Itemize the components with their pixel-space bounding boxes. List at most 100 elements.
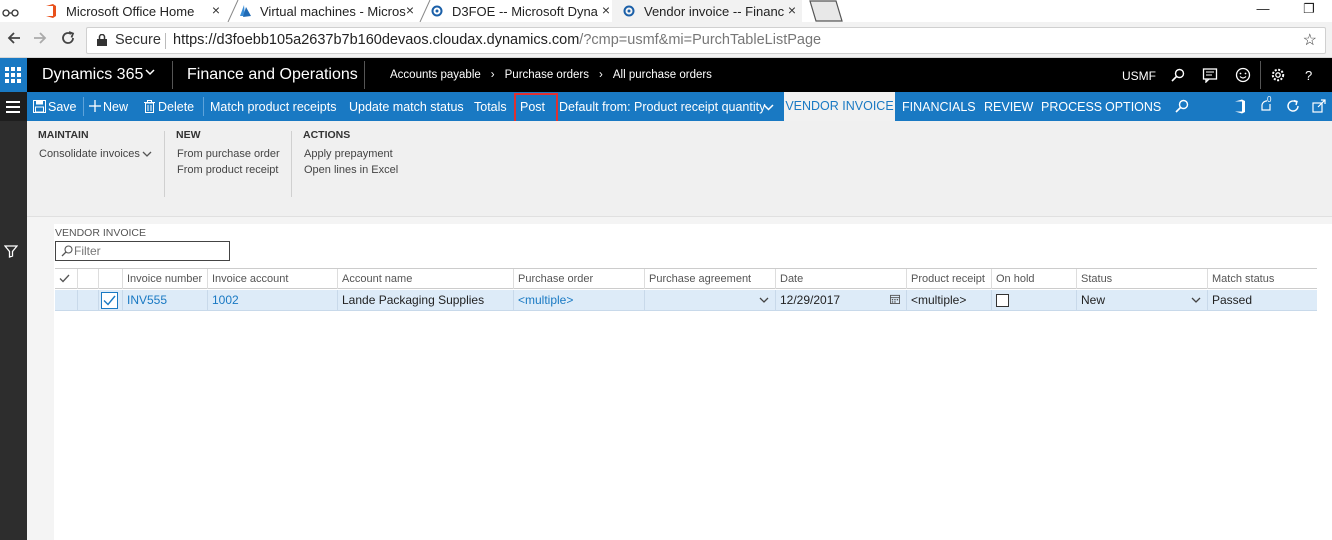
calendar-icon[interactable] bbox=[890, 294, 900, 304]
chevron-down-icon[interactable] bbox=[763, 102, 774, 112]
row-select-cell[interactable] bbox=[55, 290, 77, 311]
column-header-status[interactable]: Status bbox=[1076, 269, 1207, 289]
column-header-match-status[interactable]: Match status bbox=[1207, 269, 1317, 289]
new-tab-button[interactable] bbox=[806, 0, 844, 22]
column-header-account-name[interactable]: Account name bbox=[337, 269, 513, 289]
section-label: VENDOR INVOICE bbox=[55, 227, 147, 239]
help-icon[interactable]: ? bbox=[1305, 68, 1312, 83]
minimize-button[interactable]: — bbox=[1240, 0, 1286, 22]
delete-icon bbox=[144, 100, 155, 113]
select-all-checkbox[interactable] bbox=[55, 269, 77, 289]
browser-tab-strip: Microsoft Office Home × Virtual machines… bbox=[0, 0, 1332, 22]
filter-box[interactable] bbox=[55, 241, 230, 261]
search-icon bbox=[61, 245, 73, 257]
column-header-purchase-order[interactable]: Purchase order bbox=[513, 269, 644, 289]
browser-tab-azure[interactable]: Virtual machines - Micros × bbox=[238, 0, 414, 22]
tab-financials[interactable]: FINANCIALS bbox=[902, 100, 976, 114]
purchase-order-link[interactable]: <multiple> bbox=[513, 290, 644, 311]
window-controls: — ❐ bbox=[1240, 0, 1332, 22]
save-icon bbox=[33, 100, 46, 113]
open-in-new-window-icon[interactable] bbox=[1312, 99, 1326, 113]
match-product-receipts-button[interactable]: Match product receipts bbox=[210, 100, 336, 114]
invoice-account-link[interactable]: 1002 bbox=[207, 290, 337, 311]
forward-icon[interactable] bbox=[32, 30, 48, 46]
tab-process[interactable]: PROCESS bbox=[1041, 100, 1102, 114]
from-purchase-order-button[interactable]: From purchase order bbox=[177, 148, 280, 160]
divider bbox=[83, 97, 84, 116]
office-icon[interactable] bbox=[1234, 99, 1246, 114]
tab-options[interactable]: OPTIONS bbox=[1105, 100, 1161, 114]
back-icon[interactable] bbox=[6, 30, 22, 46]
open-lines-in-excel-button[interactable]: Open lines in Excel bbox=[304, 164, 398, 176]
browser-tab-d3foe[interactable]: D3FOE -- Microsoft Dyna × bbox=[430, 0, 610, 22]
breadcrumb-accounts-payable[interactable]: Accounts payable bbox=[390, 69, 481, 81]
column-header-on-hold[interactable]: On hold bbox=[991, 269, 1076, 289]
filter-pane-icon[interactable] bbox=[4, 244, 18, 258]
column-header-date[interactable]: Date bbox=[775, 269, 906, 289]
search-icon[interactable] bbox=[1170, 67, 1186, 83]
save-button[interactable]: Save bbox=[48, 100, 77, 114]
default-from-dropdown[interactable]: Default from: Product receipt quantity bbox=[559, 100, 765, 114]
row-selected-checkbox[interactable] bbox=[98, 290, 122, 311]
url-text: https://d3foebb105a2637b7b160devaos.clou… bbox=[173, 28, 821, 53]
brand-title[interactable]: Dynamics 365 bbox=[42, 66, 143, 84]
settings-icon[interactable] bbox=[1270, 67, 1286, 83]
totals-button[interactable]: Totals bbox=[474, 100, 507, 114]
tab-review[interactable]: REVIEW bbox=[984, 100, 1033, 114]
app-launcher-icon[interactable] bbox=[0, 58, 27, 92]
chevron-down-icon[interactable] bbox=[1191, 295, 1201, 305]
divider bbox=[1260, 61, 1261, 89]
reload-icon[interactable] bbox=[60, 30, 76, 46]
new-button[interactable]: New bbox=[103, 100, 128, 114]
lock-icon bbox=[97, 34, 107, 46]
close-icon[interactable]: × bbox=[602, 2, 610, 18]
tab-title: Microsoft Office Home bbox=[66, 3, 195, 19]
from-product-receipt-button[interactable]: From product receipt bbox=[177, 164, 278, 176]
delete-button[interactable]: Delete bbox=[158, 100, 194, 114]
message-icon[interactable] bbox=[1202, 67, 1218, 83]
smiley-icon[interactable] bbox=[1235, 67, 1251, 83]
divider bbox=[364, 61, 365, 89]
column-header-invoice-account[interactable]: Invoice account bbox=[207, 269, 337, 289]
close-icon[interactable]: × bbox=[212, 2, 220, 18]
close-icon[interactable]: × bbox=[788, 2, 796, 18]
address-bar[interactable]: Secure https://d3foebb105a2637b7b160deva… bbox=[86, 27, 1326, 54]
filter-input[interactable] bbox=[74, 243, 224, 259]
purchase-agreement-dropdown[interactable] bbox=[644, 290, 775, 311]
post-button[interactable]: Post bbox=[520, 100, 545, 114]
chevron-down-icon[interactable] bbox=[145, 67, 155, 77]
consolidate-invoices-button[interactable]: Consolidate invoices bbox=[39, 148, 140, 160]
column-header-invoice-number[interactable]: Invoice number bbox=[122, 269, 207, 289]
tab-title: Vendor invoice -- Financ bbox=[644, 3, 785, 19]
d365-navigation-bar: Dynamics 365 Finance and Operations Acco… bbox=[0, 58, 1332, 92]
invoice-number-link[interactable]: INV555 bbox=[122, 290, 207, 311]
breadcrumb-purchase-orders[interactable]: Purchase orders bbox=[505, 69, 589, 81]
chevron-down-icon[interactable] bbox=[759, 295, 769, 305]
browser-tab-vendor-invoice-active[interactable]: Vendor invoice -- Financ × bbox=[612, 0, 802, 22]
left-navigation-rail bbox=[0, 121, 27, 540]
refresh-icon[interactable] bbox=[1286, 99, 1300, 113]
breadcrumb-separator: › bbox=[490, 69, 495, 81]
update-match-status-button[interactable]: Update match status bbox=[349, 100, 464, 114]
search-icon[interactable] bbox=[1175, 99, 1189, 113]
product-receipt-cell[interactable]: <multiple> bbox=[906, 290, 991, 311]
close-icon[interactable]: × bbox=[406, 2, 414, 18]
tab-vendor-invoice[interactable]: VENDOR INVOICE bbox=[784, 92, 895, 121]
date-field[interactable]: 12/29/2017 bbox=[775, 290, 906, 311]
tab-title: D3FOE -- Microsoft Dyna bbox=[452, 3, 598, 19]
on-hold-checkbox[interactable] bbox=[996, 294, 1009, 307]
column-header-product-receipt[interactable]: Product receipt bbox=[906, 269, 991, 289]
apply-prepayment-button[interactable]: Apply prepayment bbox=[304, 148, 393, 160]
browser-tab-office[interactable]: Microsoft Office Home × bbox=[44, 0, 220, 22]
hamburger-menu-icon[interactable] bbox=[0, 92, 27, 121]
breadcrumb-all-purchase-orders[interactable]: All purchase orders bbox=[613, 69, 712, 81]
company-picker[interactable]: USMF bbox=[1122, 69, 1156, 83]
status-dropdown[interactable]: New bbox=[1076, 290, 1207, 311]
column-header-purchase-agreement[interactable]: Purchase agreement bbox=[644, 269, 775, 289]
breadcrumb: Accounts payable › Purchase orders › All… bbox=[390, 69, 712, 81]
bookmark-star-icon[interactable]: ☆ bbox=[1303, 28, 1317, 53]
table-row[interactable]: INV555 1002 Lande Packaging Supplies <mu… bbox=[55, 290, 1317, 311]
chevron-down-icon[interactable] bbox=[142, 150, 152, 158]
account-name-cell[interactable]: Lande Packaging Supplies bbox=[337, 290, 513, 311]
maximize-button[interactable]: ❐ bbox=[1286, 0, 1332, 22]
